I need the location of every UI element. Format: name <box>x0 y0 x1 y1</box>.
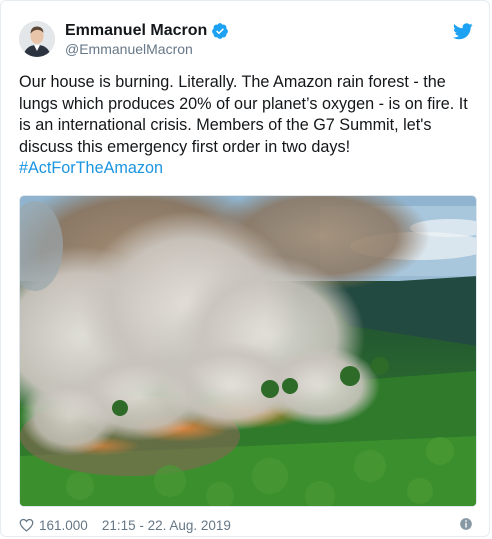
twitter-bird-icon[interactable] <box>453 23 473 40</box>
author-handle[interactable]: @EmmanuelMacron <box>65 41 193 57</box>
tweet-footer: 161.000 21:15 - 22. Aug. 2019 <box>19 516 479 534</box>
hashtag-link[interactable]: #ActForTheAmazon <box>19 159 163 177</box>
tweet-text: Our house is burning. Literally. The Ama… <box>19 72 479 180</box>
tweet-card: Emmanuel Macron @EmmanuelMacron Our hous… <box>0 0 490 537</box>
avatar[interactable] <box>19 21 55 57</box>
info-icon[interactable] <box>459 517 473 531</box>
avatar-image <box>19 21 55 57</box>
verified-badge-icon <box>212 22 229 39</box>
author-name[interactable]: Emmanuel Macron <box>65 21 207 40</box>
heart-icon[interactable] <box>19 518 34 532</box>
tweet-body: Our house is burning. Literally. The Ama… <box>19 73 468 156</box>
amazon-fire-photo <box>20 196 476 506</box>
tweet-timestamp[interactable]: 21:15 - 22. Aug. 2019 <box>102 518 231 533</box>
tweet-photo[interactable] <box>19 195 477 507</box>
like-count[interactable]: 161.000 <box>39 518 88 533</box>
author-row: Emmanuel Macron <box>65 21 229 40</box>
